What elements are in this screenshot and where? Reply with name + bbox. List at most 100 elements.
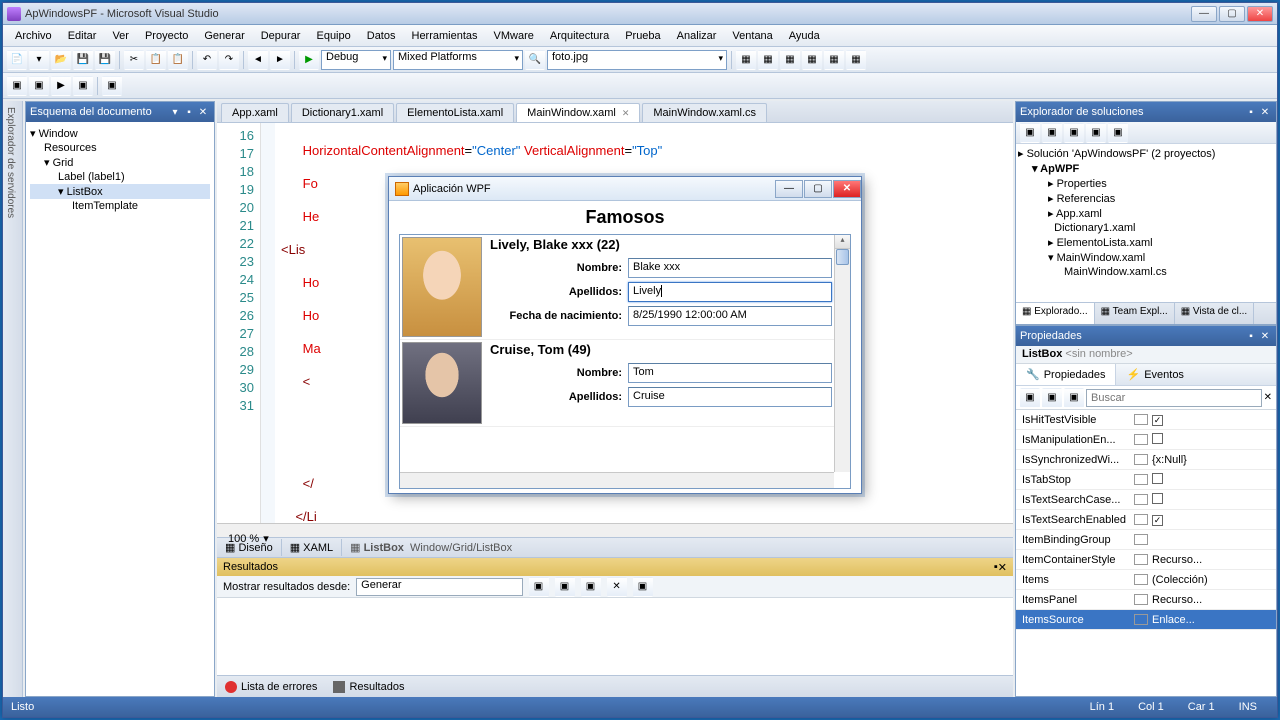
sol-tb2-icon[interactable]: ▣ (1042, 123, 1062, 143)
wpf-close-button[interactable]: ✕ (833, 180, 861, 198)
tab-xaml[interactable]: ▦ XAML (282, 539, 342, 556)
prop-row[interactable]: IsManipulationEn... (1016, 430, 1276, 450)
props-sort3-icon[interactable]: ▣ (1064, 388, 1084, 408)
nav-back-icon[interactable]: ◄ (248, 50, 268, 70)
menu-arquitectura[interactable]: Arquitectura (542, 28, 617, 44)
breadcrumb[interactable]: ▦ ListBox Window/Grid/ListBox (342, 541, 1013, 554)
tree-node-window[interactable]: ▾ Window (30, 126, 210, 141)
prop-marker-icon[interactable] (1134, 594, 1148, 605)
prop-row[interactable]: ItemBindingGroup (1016, 530, 1276, 550)
props-search-clear-icon[interactable]: ✕ (1264, 392, 1272, 403)
checkbox-icon[interactable] (1152, 433, 1163, 444)
prop-row[interactable]: Items(Colección) (1016, 570, 1276, 590)
prop-row[interactable]: IsTextSearchCase... (1016, 490, 1276, 510)
scroll-thumb[interactable] (836, 249, 849, 265)
output-source-combo[interactable]: Generar (356, 578, 522, 596)
sol-tab-team[interactable]: ▦ Team Expl... (1095, 303, 1175, 324)
menu-equipo[interactable]: Equipo (308, 28, 358, 44)
output-body[interactable] (217, 598, 1013, 675)
scroll-up-icon[interactable]: ▴ (835, 235, 850, 249)
tb-x5-icon[interactable]: ▦ (824, 50, 844, 70)
copy-icon[interactable]: 📋 (146, 50, 166, 70)
list-item[interactable]: Cruise, Tom (49) Nombre:Tom Apellidos:Cr… (400, 340, 850, 427)
redo-icon[interactable]: ↷ (219, 50, 239, 70)
menu-vmware[interactable]: VMware (486, 28, 542, 44)
tab-mainwindow-xaml[interactable]: MainWindow.xaml✕ (516, 103, 640, 122)
zoom-indicator[interactable]: 100 % ▾ (228, 532, 269, 545)
prop-marker-icon[interactable] (1134, 614, 1148, 625)
prop-marker-icon[interactable] (1134, 494, 1148, 505)
props-sort1-icon[interactable]: ▣ (1020, 388, 1040, 408)
output-btn5-icon[interactable]: ▣ (633, 577, 653, 597)
step5-icon[interactable]: ▣ (102, 76, 122, 96)
output-btn3-icon[interactable]: ▣ (581, 577, 601, 597)
sol-mainwindow[interactable]: ▾ MainWindow.xaml (1018, 250, 1274, 265)
wpf-titlebar[interactable]: Aplicación WPF — ▢ ✕ (389, 177, 861, 201)
prop-row[interactable]: IsTabStop (1016, 470, 1276, 490)
menu-editar[interactable]: Editar (60, 28, 105, 44)
panel-pin-icon[interactable]: ▪ (182, 107, 196, 118)
sol-dict[interactable]: Dictionary1.xaml (1018, 221, 1274, 235)
platform-combo[interactable]: Mixed Platforms (393, 50, 523, 70)
step4-icon[interactable]: ▣ (73, 76, 93, 96)
props-close-icon[interactable]: ✕ (1258, 331, 1272, 342)
menu-depurar[interactable]: Depurar (253, 28, 309, 44)
sol-pin-icon[interactable]: ▪ (1244, 107, 1258, 118)
props-search-input[interactable] (1086, 389, 1262, 407)
tab-elementolista[interactable]: ElementoLista.xaml (396, 103, 514, 122)
tab-close-icon[interactable]: ✕ (622, 108, 630, 118)
prop-marker-icon[interactable] (1134, 554, 1148, 565)
horizontal-scrollbar[interactable] (400, 472, 834, 488)
prop-row[interactable]: ItemContainerStyleRecurso... (1016, 550, 1276, 570)
open-icon[interactable]: 📂 (51, 50, 71, 70)
fecha-input[interactable]: 8/25/1990 12:00:00 AM (628, 306, 832, 326)
props-header[interactable]: Propiedades ▪ ✕ (1016, 326, 1276, 346)
menu-analizar[interactable]: Analizar (669, 28, 725, 44)
titlebar[interactable]: ApWindowsPF - Microsoft Visual Studio — … (3, 3, 1277, 25)
undo-icon[interactable]: ↶ (197, 50, 217, 70)
sol-tab-explorer[interactable]: ▦ Explorado... (1016, 303, 1095, 324)
sol-tb5-icon[interactable]: ▣ (1108, 123, 1128, 143)
checkbox-icon[interactable] (1152, 493, 1163, 504)
doc-outline-header[interactable]: Esquema del documento ▾ ▪ ✕ (26, 102, 214, 122)
tb-x2-icon[interactable]: ▦ (758, 50, 778, 70)
menu-ver[interactable]: Ver (104, 28, 137, 44)
prop-marker-icon[interactable] (1134, 514, 1148, 525)
checkbox-icon[interactable]: ✓ (1152, 415, 1163, 426)
sol-properties[interactable]: ▸ Properties (1018, 176, 1274, 191)
tree-node-resources[interactable]: Resources (30, 141, 210, 155)
h-scrollbar[interactable] (217, 523, 1013, 537)
new-file-icon[interactable]: ▾ (29, 50, 49, 70)
config-combo[interactable]: Debug (321, 50, 391, 70)
menu-ventana[interactable]: Ventana (724, 28, 780, 44)
menu-herramientas[interactable]: Herramientas (404, 28, 486, 44)
props-sort2-icon[interactable]: ▣ (1042, 388, 1062, 408)
wpf-minimize-button[interactable]: — (775, 180, 803, 198)
apellidos-input[interactable]: Cruise (628, 387, 832, 407)
menu-datos[interactable]: Datos (359, 28, 404, 44)
list-item[interactable]: Lively, Blake xxx (22) Nombre:Blake xxx … (400, 235, 850, 340)
props-tab-events[interactable]: ⚡ Eventos (1116, 364, 1193, 385)
props-pin-icon[interactable]: ▪ (1244, 331, 1258, 342)
tree-node-grid[interactable]: ▾ Grid (30, 155, 210, 170)
apellidos-input[interactable]: Lively (628, 282, 832, 302)
tab-dictionary1[interactable]: Dictionary1.xaml (291, 103, 394, 122)
prop-row[interactable]: ItemsPanelRecurso... (1016, 590, 1276, 610)
tree-node-itemtemplate[interactable]: ItemTemplate (30, 199, 210, 213)
tree-node-listbox[interactable]: ▾ ListBox (30, 184, 210, 199)
panel-dropdown-icon[interactable]: ▾ (168, 107, 182, 118)
sol-root[interactable]: ▸ Solución 'ApWindowsPF' (2 proyectos) (1018, 146, 1274, 161)
tb-x6-icon[interactable]: ▦ (846, 50, 866, 70)
tree-node-label[interactable]: Label (label1) (30, 170, 210, 184)
prop-marker-icon[interactable] (1134, 434, 1148, 445)
prop-marker-icon[interactable] (1134, 414, 1148, 425)
nav-fwd-icon[interactable]: ► (270, 50, 290, 70)
find-combo[interactable]: foto.jpg (547, 50, 727, 70)
output-btn2-icon[interactable]: ▣ (555, 577, 575, 597)
step3-icon[interactable]: ▶ (51, 76, 71, 96)
sol-app-xaml[interactable]: ▸ App.xaml (1018, 206, 1274, 221)
tab-error-list[interactable]: Lista de errores (217, 679, 325, 695)
menu-proyecto[interactable]: Proyecto (137, 28, 196, 44)
panel-close-icon[interactable]: ✕ (196, 107, 210, 118)
prop-row[interactable]: ItemsSourceEnlace... (1016, 610, 1276, 630)
